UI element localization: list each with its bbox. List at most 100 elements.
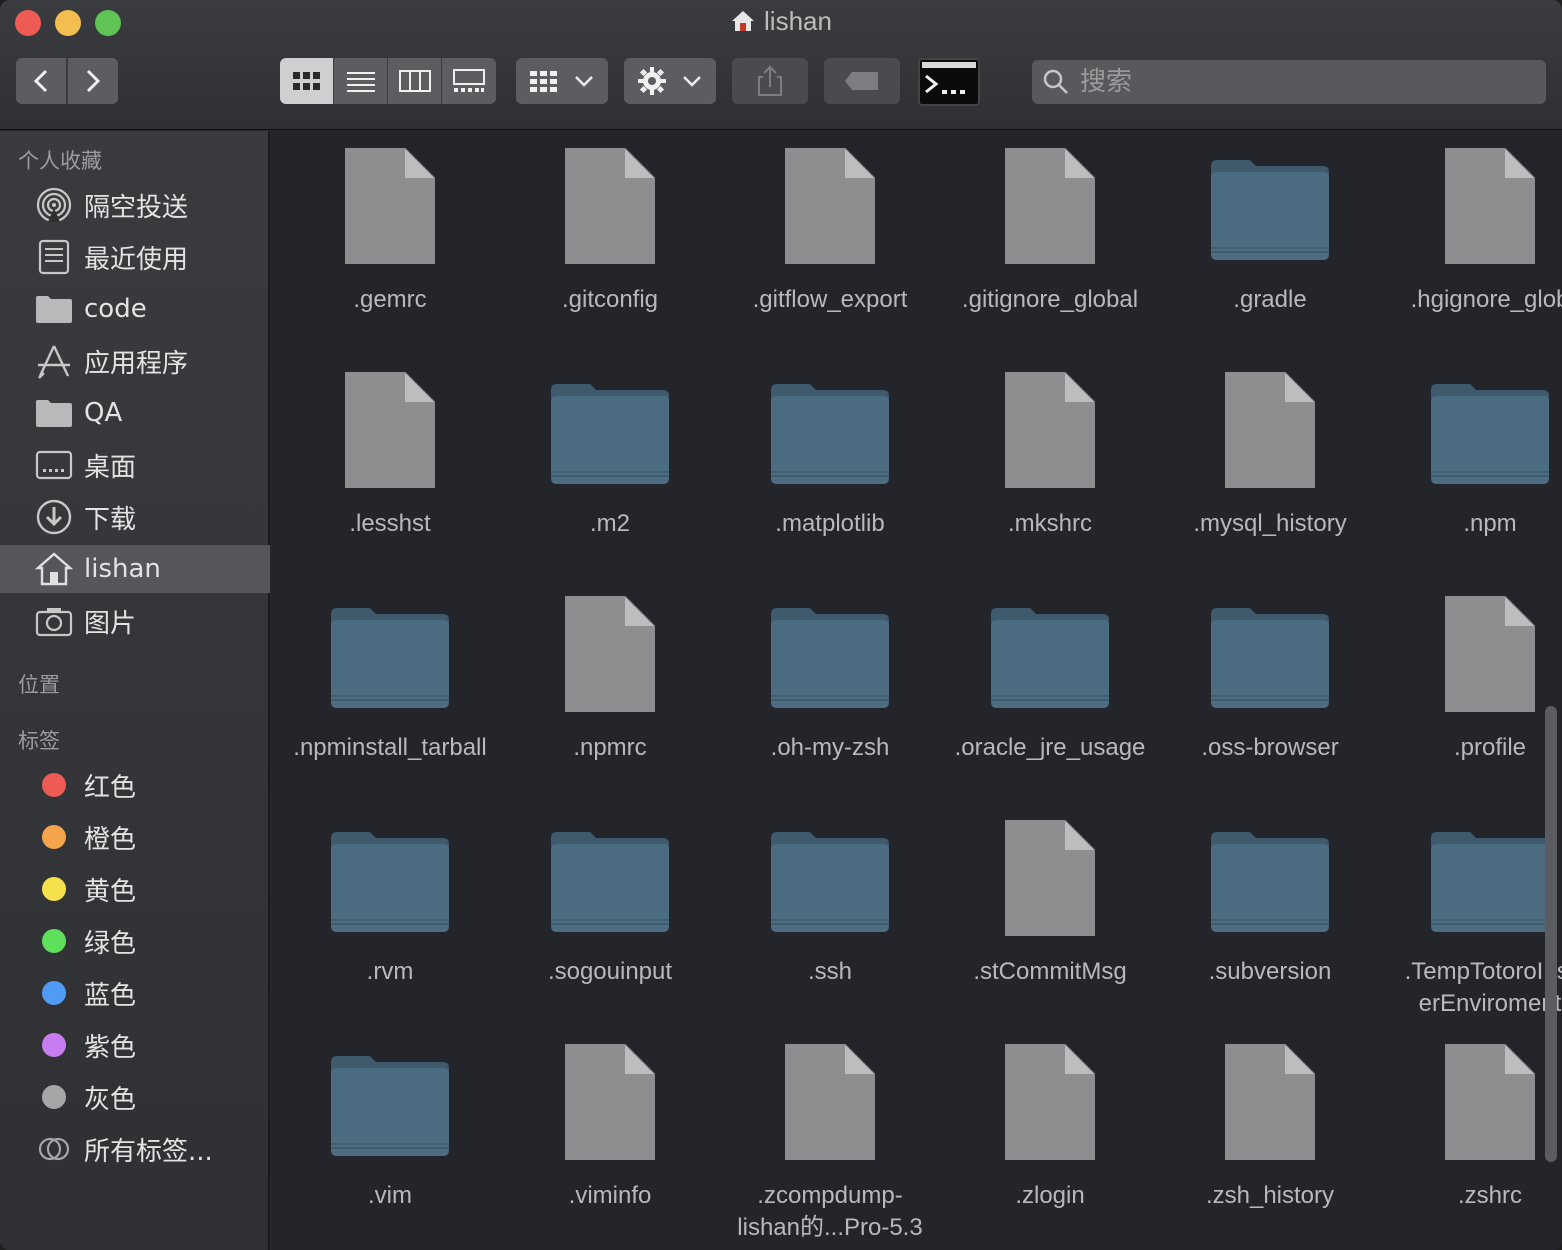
sidebar-item-code[interactable]: code <box>0 285 270 333</box>
file-name-label: .gemrc <box>353 286 427 313</box>
sidebar-item-lishan[interactable]: lishan <box>0 545 270 593</box>
document-icon <box>1430 1040 1550 1164</box>
file-name-label: .ssh <box>807 958 852 985</box>
sidebar-item-applications[interactable]: 应用程序 <box>0 337 270 385</box>
column-view-button[interactable] <box>388 58 442 104</box>
folder-icon <box>34 289 74 329</box>
document-icon <box>770 1040 890 1164</box>
sidebar-item-label: 隔空投送 <box>84 192 189 223</box>
folder-item[interactable]: .TempTotoroInst erEnviroment <box>1380 806 1562 1030</box>
document-icon <box>990 816 1110 940</box>
sidebar-item-label: 所有标签... <box>84 1136 213 1167</box>
file-item[interactable]: .stCommitMsg <box>940 806 1160 1030</box>
sidebar-tag-all[interactable]: 所有标签... <box>0 1125 270 1173</box>
sidebar-tag-green[interactable]: 绿色 <box>0 917 270 965</box>
action-button[interactable] <box>624 58 716 104</box>
sidebar-tag-gray[interactable]: 灰色 <box>0 1073 270 1121</box>
file-name-label: .lesshst <box>349 510 431 537</box>
file-item[interactable]: .gitignore_global <box>940 134 1160 358</box>
document-icon <box>770 144 890 268</box>
tag-dot-green <box>42 929 66 953</box>
sidebar-item-downloads[interactable]: 下载 <box>0 493 270 541</box>
folder-icon <box>1430 368 1550 492</box>
tags-header: 标签 <box>18 729 60 753</box>
sidebar-item-label: code <box>84 294 147 324</box>
file-item[interactable]: .gemrc <box>280 134 500 358</box>
sidebar-item-airdrop[interactable]: 隔空投送 <box>0 181 270 229</box>
folder-item[interactable]: .m2 <box>500 358 720 582</box>
folder-item[interactable]: .sogouinput <box>500 806 720 1030</box>
gallery-view-button[interactable] <box>442 58 496 104</box>
file-item[interactable]: .lesshst <box>280 358 500 582</box>
folder-item[interactable]: .subversion <box>1160 806 1380 1030</box>
folder-item[interactable]: .oh-my-zsh <box>720 582 940 806</box>
folder-item[interactable]: .matplotlib <box>720 358 940 582</box>
file-item[interactable]: .gitconfig <box>500 134 720 358</box>
sidebar-item-qa[interactable]: QA <box>0 389 270 437</box>
file-item[interactable]: .npmrc <box>500 582 720 806</box>
file-name-label: .npminstall_tarball <box>293 734 487 761</box>
document-icon <box>1210 1040 1330 1164</box>
camera-icon <box>34 601 74 641</box>
file-item[interactable]: .zsh_history <box>1160 1030 1380 1250</box>
vertical-scrollbar[interactable] <box>1545 706 1557 1162</box>
document-icon <box>990 368 1110 492</box>
file-item[interactable]: .zcompdump- lishan的...Pro-5.3 <box>720 1030 940 1250</box>
file-name-label: .gitignore_global <box>961 286 1139 313</box>
file-item[interactable]: .zshrc <box>1380 1030 1562 1250</box>
file-name-label: .zlogin <box>1015 1182 1085 1209</box>
file-name-label: .matplotlib <box>775 510 885 537</box>
folder-item[interactable]: .ssh <box>720 806 940 1030</box>
folder-icon <box>1210 816 1330 940</box>
file-item[interactable]: .mysql_history <box>1160 358 1380 582</box>
file-name-label: .oracle_jre_usage <box>954 734 1146 761</box>
document-icon <box>990 144 1110 268</box>
file-item[interactable]: .zlogin <box>940 1030 1160 1250</box>
file-name-label: .oss-browser <box>1201 734 1339 761</box>
folder-item[interactable]: .gradle <box>1160 134 1380 358</box>
sidebar-tag-blue[interactable]: 蓝色 <box>0 969 270 1017</box>
file-item[interactable]: .viminfo <box>500 1030 720 1250</box>
file-item[interactable]: .mkshrc <box>940 358 1160 582</box>
folder-item[interactable]: .rvm <box>280 806 500 1030</box>
nav-buttons <box>16 58 118 104</box>
folder-item[interactable]: .npm <box>1380 358 1562 582</box>
forward-button[interactable] <box>68 58 118 104</box>
document-icon <box>990 1040 1110 1164</box>
icon-view-button[interactable] <box>280 58 334 104</box>
sidebar-tag-red[interactable]: 红色 <box>0 761 270 809</box>
sidebar-item-label: 紫色 <box>84 1032 137 1063</box>
share-button[interactable] <box>732 58 808 104</box>
chevron-left-icon <box>33 69 48 93</box>
folder-item[interactable]: .oss-browser <box>1160 582 1380 806</box>
sidebar-tag-orange[interactable]: 橙色 <box>0 813 270 861</box>
list-view-button[interactable] <box>334 58 388 104</box>
sidebar-item-label: 蓝色 <box>84 980 137 1011</box>
sidebar-tag-yellow[interactable]: 黄色 <box>0 865 270 913</box>
file-item[interactable]: .gitflow_export <box>720 134 940 358</box>
file-name-label: .oh-my-zsh <box>770 734 890 761</box>
terminal-icon <box>922 62 976 94</box>
grid-icon <box>292 72 320 90</box>
chevron-down-icon <box>683 76 701 87</box>
folder-icon <box>330 816 450 940</box>
sidebar-item-recents[interactable]: 最近使用 <box>0 233 270 281</box>
back-button[interactable] <box>16 58 66 104</box>
folder-item[interactable]: .oracle_jre_usage <box>940 582 1160 806</box>
folder-item[interactable]: .npminstall_tarball <box>280 582 500 806</box>
group-by-button[interactable] <box>516 58 608 104</box>
sidebar-item-desktop[interactable]: 桌面 <box>0 441 270 489</box>
sidebar-item-pictures[interactable]: 图片 <box>0 597 270 645</box>
folder-item[interactable]: .vim <box>280 1030 500 1250</box>
file-item[interactable]: .hgignore_glob <box>1380 134 1562 358</box>
sidebar-item-label: 桌面 <box>84 452 137 483</box>
folder-icon <box>550 368 670 492</box>
sidebar-tag-purple[interactable]: 紫色 <box>0 1021 270 1069</box>
open-terminal-button[interactable] <box>918 58 980 106</box>
search-input[interactable] <box>1080 67 1520 97</box>
tag-button[interactable] <box>824 58 900 104</box>
sidebar-item-label: 最近使用 <box>84 244 189 275</box>
search-field[interactable] <box>1032 60 1546 104</box>
file-item[interactable]: .profile <box>1380 582 1562 806</box>
sidebar-item-label: 图片 <box>84 608 137 639</box>
